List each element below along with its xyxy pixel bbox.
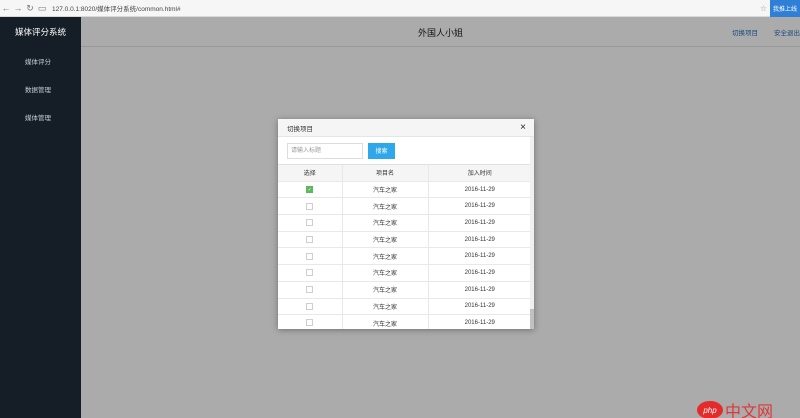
back-icon[interactable]: ←: [0, 2, 12, 14]
table-row[interactable]: 汽车之家 2016-11-29: [278, 197, 531, 216]
dialog-scrollbar[interactable]: [530, 137, 534, 329]
row-checkbox[interactable]: [306, 252, 314, 260]
row-checkbox[interactable]: [306, 269, 314, 277]
join-time-cell: 2016-11-29: [427, 231, 531, 249]
dialog-title: 切换项目: [287, 125, 313, 133]
join-time-cell: 2016-11-29: [427, 314, 531, 329]
project-name-cell: 汽车之家: [341, 214, 428, 232]
sidebar-item-media-management[interactable]: 媒体管理: [0, 103, 81, 131]
table-row[interactable]: 汽车之家 2016-11-29: [278, 247, 531, 266]
reload-icon[interactable]: ↻: [24, 2, 36, 14]
browser-toolbar: ← → ↻ ▭ 127.0.0.1:8020/媒体评分系统/common.htm…: [0, 0, 800, 17]
row-checkbox[interactable]: [306, 202, 314, 210]
sidebar: 媒体评分系统 媒体评分 数据管理 媒体管理: [0, 17, 81, 418]
project-name-cell: 汽车之家: [341, 197, 428, 216]
table-row[interactable]: 汽车之家 2016-11-29: [278, 264, 531, 282]
select-cell: [278, 231, 342, 249]
join-time-cell: 2016-11-29: [427, 197, 531, 216]
select-cell: [278, 247, 342, 266]
dialog-header: 切换项目 ×: [278, 119, 534, 137]
select-cell: [278, 197, 342, 216]
select-cell: [278, 298, 342, 316]
switch-project-dialog: 切换项目 × 搜索 选择 项目名 加入时间 ✓ 汽车之家 2016-11-29 …: [278, 119, 534, 329]
bookmark-star-icon[interactable]: ☆: [760, 4, 767, 13]
forward-icon[interactable]: →: [12, 2, 24, 14]
table-header-row: 选择 项目名 加入时间: [278, 164, 531, 182]
join-time-cell: 2016-11-29: [427, 247, 531, 266]
extension-badge[interactable]: 我推上线: [770, 0, 800, 17]
watermark-text: 中文网: [725, 404, 774, 418]
project-name-cell: 汽车之家: [341, 281, 428, 299]
row-checkbox[interactable]: [306, 286, 314, 294]
join-time-cell: 2016-11-29: [427, 214, 531, 232]
select-cell: [278, 281, 342, 299]
sidebar-item-media-rating[interactable]: 媒体评分: [0, 47, 81, 75]
table-row[interactable]: ✓ 汽车之家 2016-11-29: [278, 181, 531, 199]
join-time-cell: 2016-11-29: [427, 298, 531, 316]
project-table: 选择 项目名 加入时间 ✓ 汽车之家 2016-11-29 汽车之家 2016-…: [278, 164, 531, 329]
column-header-select: 选择: [278, 164, 342, 182]
search-input[interactable]: [287, 142, 363, 159]
close-icon[interactable]: ×: [520, 122, 526, 134]
select-cell: [278, 214, 342, 232]
project-name-cell: 汽车之家: [341, 181, 428, 199]
table-row[interactable]: 汽车之家 2016-11-29: [278, 281, 531, 299]
table-row[interactable]: 汽车之家 2016-11-29: [278, 314, 531, 329]
join-time-cell: 2016-11-29: [427, 281, 531, 299]
row-checkbox[interactable]: ✓: [306, 185, 314, 193]
column-header-project-name: 项目名: [341, 164, 428, 182]
select-cell: [278, 264, 342, 282]
select-cell: [278, 314, 342, 329]
project-name-cell: 汽车之家: [341, 298, 428, 316]
watermark: php 中文网: [697, 398, 773, 418]
table-row[interactable]: 汽车之家 2016-11-29: [278, 298, 531, 316]
search-button[interactable]: 搜索: [368, 142, 395, 159]
join-time-cell: 2016-11-29: [427, 264, 531, 282]
project-name-cell: 汽车之家: [341, 314, 428, 329]
page-icon: ▭: [37, 2, 47, 13]
column-header-join-time: 加入时间: [427, 164, 531, 182]
app-title: 媒体评分系统: [14, 27, 66, 37]
row-checkbox[interactable]: [306, 319, 314, 327]
project-name-cell: 汽车之家: [341, 247, 428, 266]
select-cell: ✓: [278, 181, 342, 199]
table-row[interactable]: 汽车之家 2016-11-29: [278, 231, 531, 249]
address-bar[interactable]: 127.0.0.1:8020/媒体评分系统/common.html#: [52, 3, 181, 13]
row-checkbox[interactable]: [306, 302, 314, 310]
php-logo: php: [697, 401, 723, 418]
join-time-cell: 2016-11-29: [427, 181, 531, 199]
project-name-cell: 汽车之家: [341, 231, 428, 249]
sidebar-item-data-management[interactable]: 数据管理: [0, 75, 81, 103]
table-row[interactable]: 汽车之家 2016-11-29: [278, 214, 531, 232]
row-checkbox[interactable]: [306, 219, 314, 227]
scrollbar-thumb[interactable]: [530, 309, 534, 329]
project-name-cell: 汽车之家: [341, 264, 428, 282]
row-checkbox[interactable]: [306, 236, 314, 244]
search-row: 搜索: [278, 137, 534, 164]
